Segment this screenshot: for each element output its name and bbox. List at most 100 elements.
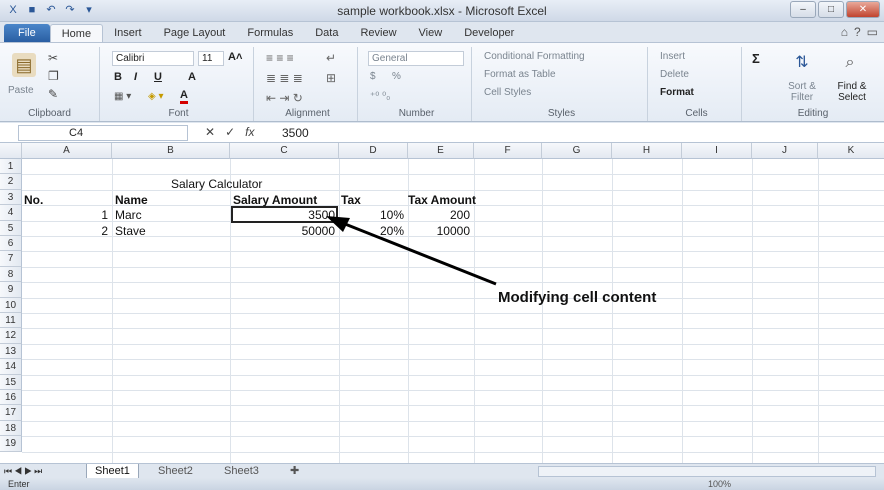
conditional-formatting-button[interactable]: Conditional Formatting <box>484 51 585 62</box>
row-header[interactable]: 12 <box>0 328 22 344</box>
fill-color-icon[interactable]: ◈ ▾ <box>148 91 164 102</box>
wrap-text-icon[interactable]: ↵ <box>326 51 336 65</box>
close-button[interactable]: ✕ <box>846 1 880 18</box>
row-header[interactable]: 11 <box>0 313 22 329</box>
align-top-icon[interactable]: ≡ ≡ ≡ <box>266 51 294 65</box>
cut-icon[interactable]: ✂ <box>48 51 58 65</box>
row-header[interactable]: 19 <box>0 436 22 452</box>
row-header[interactable]: 8 <box>0 266 22 283</box>
cell-a5[interactable]: 2 <box>22 224 108 239</box>
insert-function-icon[interactable]: fx <box>245 125 254 139</box>
tab-home[interactable]: Home <box>49 24 104 42</box>
help-icon[interactable]: ? <box>854 25 861 39</box>
column-header[interactable]: I <box>682 143 752 159</box>
cell-d3-header[interactable]: Tax <box>341 193 361 208</box>
row-header[interactable]: 9 <box>0 282 22 298</box>
format-cells-button[interactable]: Format <box>660 87 694 98</box>
cell-c5[interactable]: 50000 <box>230 224 335 239</box>
cell-styles-button[interactable]: Cell Styles <box>484 87 531 98</box>
active-cell-selection[interactable] <box>231 206 338 223</box>
restore-icon[interactable]: ▭ <box>867 25 878 39</box>
worksheet-grid[interactable]: A B C D E F G H I J K 1 2 3 4 5 6 7 8 9 10 11 12 13 1… <box>0 143 884 463</box>
cell-b2-title[interactable]: Salary Calculator <box>171 177 262 192</box>
grow-font-icon[interactable]: A˄ <box>228 51 242 63</box>
sheet-nav-arrows-icon[interactable]: ⏮◀▶⏭ <box>4 464 44 479</box>
font-size-up-icon[interactable]: A <box>188 71 196 83</box>
confirm-entry-icon[interactable]: ✓ <box>225 125 235 139</box>
row-header[interactable]: 16 <box>0 390 22 406</box>
tab-insert[interactable]: Insert <box>103 24 153 42</box>
find-select-label[interactable]: Find & Select <box>830 81 874 103</box>
row-header[interactable]: 5 <box>0 220 22 236</box>
row-header[interactable]: 15 <box>0 374 22 390</box>
row-header[interactable]: 3 <box>0 189 22 206</box>
column-header[interactable]: J <box>752 143 818 159</box>
horizontal-scrollbar[interactable] <box>538 466 876 477</box>
number-format-select[interactable]: General <box>368 51 464 66</box>
tab-developer[interactable]: Developer <box>453 24 525 42</box>
sort-filter-icon[interactable]: ⇅ <box>790 51 814 75</box>
column-header[interactable]: E <box>408 143 474 159</box>
tab-view[interactable]: View <box>408 24 454 42</box>
cell-a3-header[interactable]: No. <box>24 193 43 208</box>
italic-button[interactable]: I <box>134 71 137 83</box>
column-header[interactable]: K <box>818 143 884 159</box>
currency-button[interactable]: $ <box>370 71 376 82</box>
font-name-select[interactable]: Calibri <box>112 51 194 66</box>
row-header[interactable]: 18 <box>0 420 22 437</box>
decimal-icon[interactable]: ⁺⁰ ⁰₀ <box>370 91 390 102</box>
cell-b5[interactable]: Stave <box>115 224 146 239</box>
select-all-corner[interactable] <box>0 143 22 159</box>
column-header[interactable]: F <box>474 143 542 159</box>
tab-formulas[interactable]: Formulas <box>236 24 304 42</box>
column-header[interactable]: G <box>542 143 612 159</box>
column-header[interactable]: H <box>612 143 682 159</box>
maximize-button[interactable]: □ <box>818 1 844 18</box>
cell-a4[interactable]: 1 <box>22 208 108 223</box>
formula-input[interactable]: 3500 <box>282 125 880 141</box>
tab-review[interactable]: Review <box>349 24 407 42</box>
column-header[interactable]: B <box>112 143 230 159</box>
tab-page-layout[interactable]: Page Layout <box>153 24 237 42</box>
indent-icon[interactable]: ⇤ ⇥ ↻ <box>266 91 303 105</box>
sheet-tab-2[interactable]: Sheet2 <box>150 464 201 479</box>
font-color-icon[interactable]: A <box>180 89 188 104</box>
find-select-icon[interactable]: ⌕ <box>838 51 862 75</box>
row-header[interactable]: 10 <box>0 297 22 313</box>
row-header[interactable]: 4 <box>0 205 22 221</box>
format-as-table-button[interactable]: Format as Table <box>484 69 556 80</box>
minimize-button[interactable]: – <box>790 1 816 18</box>
paste-icon[interactable]: ▤ <box>12 53 36 77</box>
row-header[interactable]: 17 <box>0 405 22 421</box>
cell-d5[interactable]: 20% <box>339 224 404 239</box>
cell-b4[interactable]: Marc <box>115 208 142 223</box>
row-header[interactable]: 2 <box>0 174 22 190</box>
row-header[interactable]: 6 <box>0 236 22 252</box>
sheet-tab-1[interactable]: Sheet1 <box>86 464 139 479</box>
sheet-tab-3[interactable]: Sheet3 <box>216 464 267 479</box>
row-header[interactable]: 14 <box>0 359 22 375</box>
cancel-entry-icon[interactable]: ✕ <box>205 125 215 139</box>
row-header[interactable]: 13 <box>0 343 22 360</box>
minimize-ribbon-icon[interactable]: ⌂ <box>841 25 848 39</box>
percent-button[interactable]: % <box>392 71 401 82</box>
tab-file[interactable]: File <box>4 24 50 42</box>
cell-b3-header[interactable]: Name <box>115 193 148 208</box>
merge-center-icon[interactable]: ⊞ <box>326 71 336 85</box>
cell-e4[interactable]: 200 <box>408 208 470 223</box>
cell-e5[interactable]: 10000 <box>408 224 470 239</box>
tab-data[interactable]: Data <box>304 24 349 42</box>
font-size-select[interactable]: 11 <box>198 51 224 66</box>
cell-e3-header[interactable]: Tax Amount <box>408 193 476 208</box>
sort-filter-label[interactable]: Sort & Filter <box>780 81 824 103</box>
row-header[interactable]: 7 <box>0 251 22 267</box>
column-header[interactable]: A <box>22 143 112 159</box>
delete-cells-button[interactable]: Delete <box>660 69 689 80</box>
paste-label[interactable]: Paste <box>8 85 34 96</box>
borders-icon[interactable]: ▦ ▾ <box>114 91 131 102</box>
cell-d4[interactable]: 10% <box>339 208 404 223</box>
insert-cells-button[interactable]: Insert <box>660 51 685 62</box>
name-box[interactable]: C4 <box>18 125 188 141</box>
copy-icon[interactable]: ❐ <box>48 69 59 83</box>
column-header[interactable]: D <box>339 143 408 159</box>
